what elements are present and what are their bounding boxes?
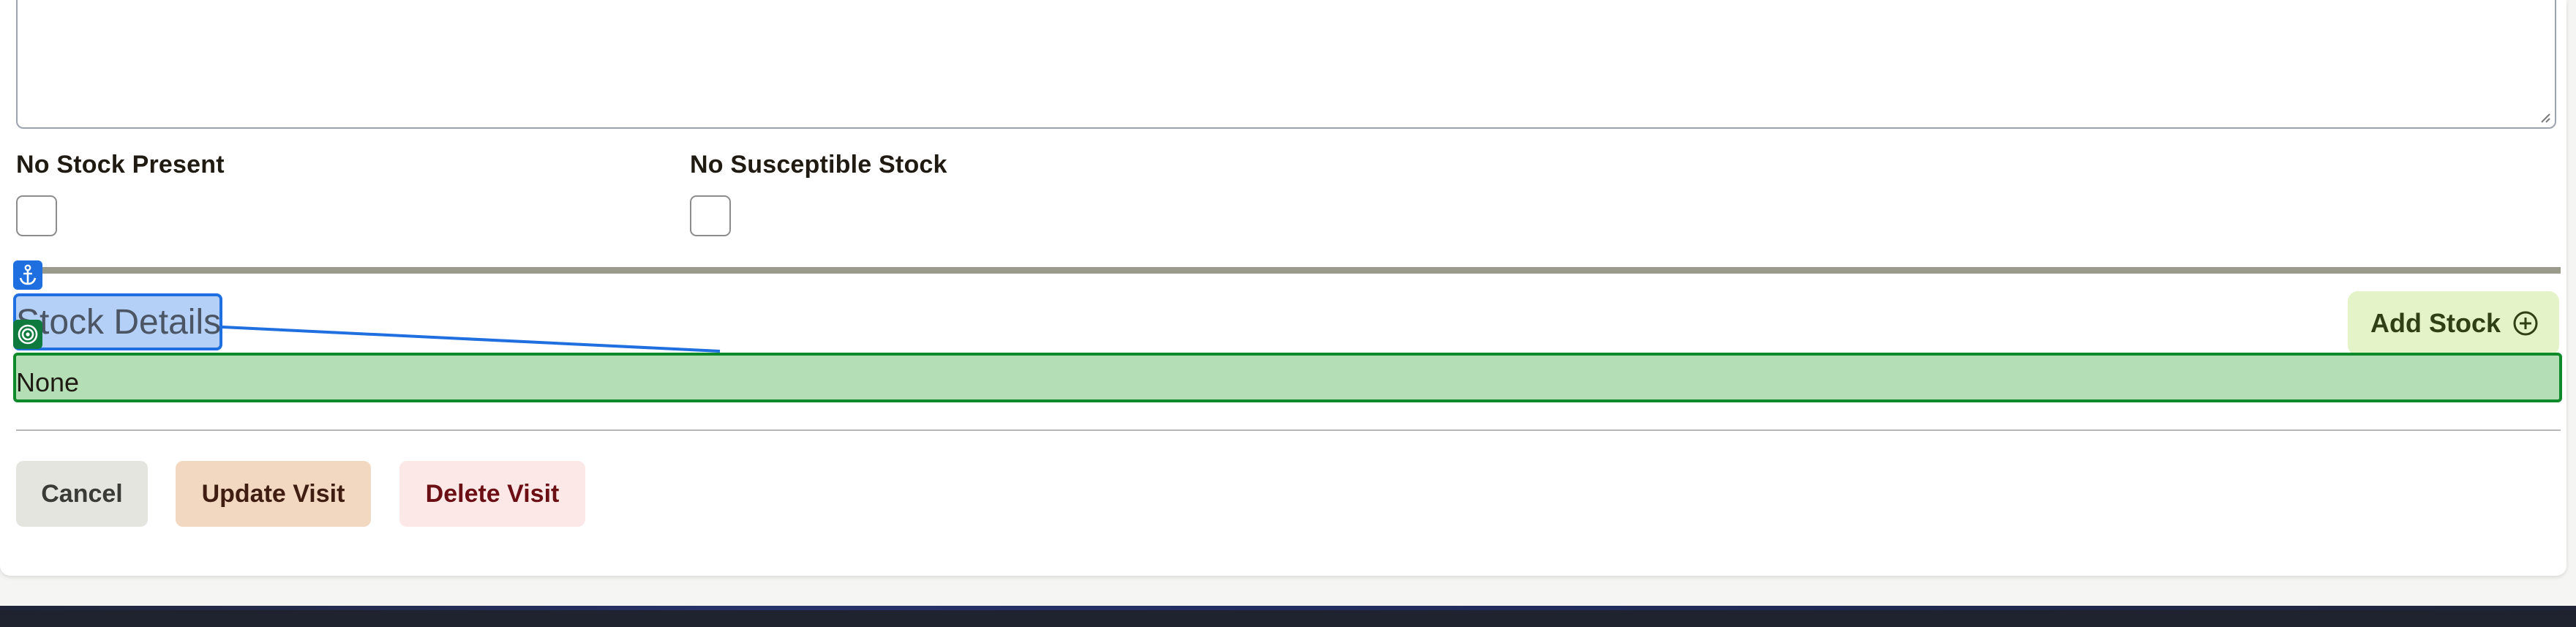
add-stock-button[interactable]: Add Stock bbox=[2348, 291, 2559, 356]
taskbar-glow bbox=[0, 606, 2576, 610]
resize-grip-icon[interactable] bbox=[2539, 111, 2550, 123]
no-stock-present-checkbox[interactable] bbox=[16, 195, 57, 236]
stock-empty-text: None bbox=[16, 367, 80, 397]
section-divider bbox=[16, 267, 2561, 274]
no-susceptible-stock-label: No Susceptible Stock bbox=[690, 151, 947, 179]
stock-details-heading: Stock Details bbox=[16, 303, 222, 342]
delete-visit-button[interactable]: Delete Visit bbox=[399, 461, 585, 527]
stock-list-empty-row bbox=[13, 353, 2562, 402]
plus-circle-icon bbox=[2513, 311, 2538, 336]
update-visit-button[interactable]: Update Visit bbox=[176, 461, 371, 527]
no-stock-present-label: No Stock Present bbox=[16, 151, 225, 179]
actions-divider bbox=[16, 429, 2561, 431]
target-icon bbox=[13, 320, 42, 349]
visit-form-card: No Stock Present No Susceptible Stock St… bbox=[0, 0, 2566, 576]
add-stock-label: Add Stock bbox=[2370, 308, 2501, 338]
anchor-icon bbox=[13, 260, 42, 290]
notes-textarea[interactable] bbox=[16, 0, 2556, 129]
cancel-button[interactable]: Cancel bbox=[16, 461, 148, 527]
no-susceptible-stock-checkbox[interactable] bbox=[690, 195, 731, 236]
